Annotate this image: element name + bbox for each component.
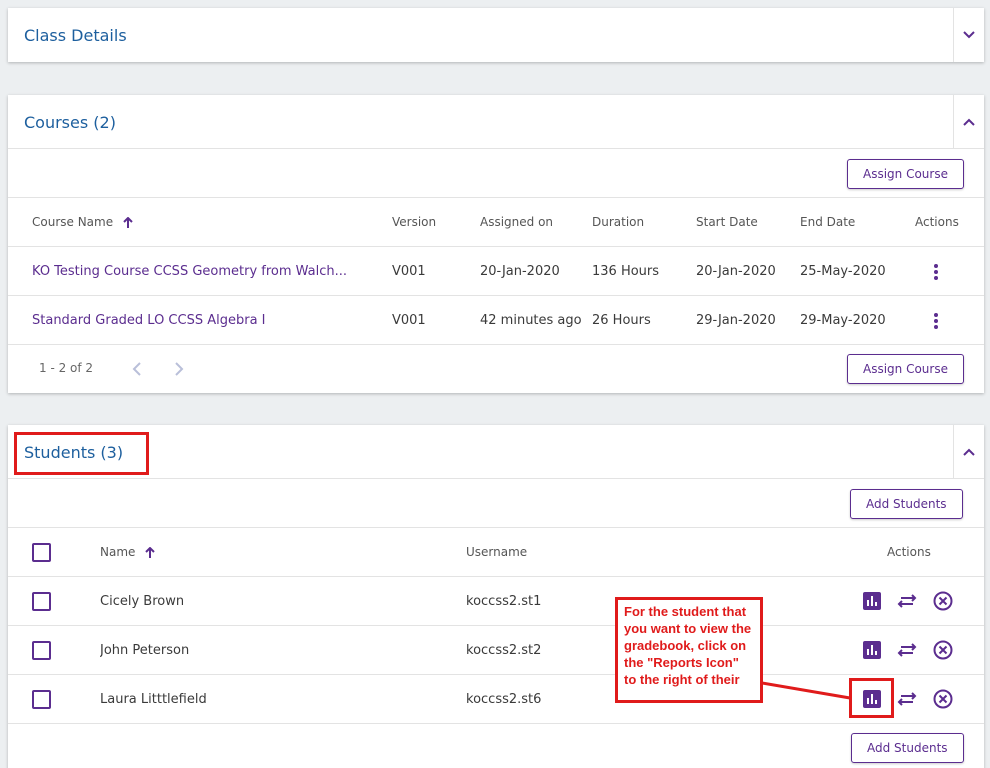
- close-circle-icon: [933, 591, 953, 611]
- col-name[interactable]: Name: [100, 528, 155, 577]
- col-course-name-label: Course Name: [32, 215, 114, 229]
- reports-button[interactable]: [861, 639, 883, 661]
- courses-title: Courses (2): [24, 113, 116, 132]
- arrow-up-icon: [123, 216, 133, 228]
- col-duration: Duration: [592, 215, 645, 229]
- students-table-header: Name Username Actions: [8, 528, 984, 577]
- course-assigned-on: 42 minutes ago: [480, 313, 582, 328]
- students-header[interactable]: Students (3): [8, 425, 984, 479]
- more-vertical-icon: [934, 312, 938, 329]
- pagination-prev[interactable]: [132, 361, 146, 377]
- add-students-button[interactable]: Add Students: [850, 489, 963, 519]
- table-row: KO Testing Course CCSS Geometry from Wal…: [8, 247, 984, 296]
- students-toggle[interactable]: [953, 425, 984, 478]
- col-assigned-on: Assigned on: [480, 215, 554, 229]
- course-version: V001: [392, 264, 426, 279]
- col-student-actions: Actions: [887, 545, 931, 559]
- col-course-name[interactable]: Course Name: [32, 198, 133, 247]
- students-title-highlight: [14, 432, 149, 475]
- remove-student-button[interactable]: [932, 688, 954, 710]
- row-checkbox[interactable]: [32, 690, 51, 709]
- col-username: Username: [466, 545, 528, 559]
- student-username: koccss2.st6: [466, 692, 542, 707]
- chevron-right-icon: [175, 362, 184, 376]
- annotation-callout: For the student that you want to view th…: [615, 597, 763, 703]
- reports-icon-highlight: [849, 678, 894, 718]
- table-row: John Peterson koccss2.st2: [8, 626, 984, 675]
- course-name-link[interactable]: KO Testing Course CCSS Geometry from Wal…: [32, 247, 362, 296]
- bar-chart-icon: [863, 592, 881, 610]
- course-name-link[interactable]: Standard Graded LO CCSS Algebra I: [32, 296, 362, 345]
- table-row: Cicely Brown koccss2.st1: [8, 577, 984, 626]
- row-checkbox[interactable]: [32, 641, 51, 660]
- bar-chart-icon: [863, 641, 881, 659]
- course-end-date: 29-May-2020: [800, 313, 886, 328]
- class-details-title: Class Details: [24, 26, 127, 45]
- class-details-header[interactable]: Class Details: [8, 8, 984, 62]
- courses-panel: Courses (2) Assign Course Course Name Ve…: [8, 95, 984, 393]
- courses-table-header: Course Name Version Assigned on Duration…: [8, 198, 984, 247]
- students-footer: Add Students: [8, 724, 984, 768]
- select-all-checkbox[interactable]: [32, 543, 51, 562]
- col-name-label: Name: [100, 545, 136, 559]
- course-version: V001: [392, 313, 426, 328]
- course-start-date: 29-Jan-2020: [696, 313, 776, 328]
- course-end-date: 25-May-2020: [800, 264, 886, 279]
- transfer-button[interactable]: [896, 688, 918, 710]
- chevron-left-icon: [132, 362, 141, 376]
- chevron-up-icon: [963, 118, 975, 126]
- class-details-panel: Class Details: [8, 8, 984, 62]
- reports-button[interactable]: [861, 590, 883, 612]
- student-name: Laura Litttlefield: [100, 692, 207, 707]
- courses-footer: 1 - 2 of 2 Assign Course: [8, 345, 984, 393]
- swap-icon: [897, 594, 917, 608]
- add-students-button[interactable]: Add Students: [851, 733, 964, 763]
- assign-course-button[interactable]: Assign Course: [847, 354, 964, 384]
- student-username: koccss2.st2: [466, 643, 542, 658]
- student-name: John Peterson: [100, 643, 190, 658]
- student-name: Cicely Brown: [100, 594, 185, 609]
- more-vertical-icon: [934, 263, 938, 280]
- courses-toolbar: Assign Course: [8, 150, 984, 198]
- assign-course-button[interactable]: Assign Course: [847, 159, 964, 189]
- arrow-up-icon: [145, 546, 155, 558]
- remove-student-button[interactable]: [932, 590, 954, 612]
- transfer-button[interactable]: [896, 590, 918, 612]
- pagination-next[interactable]: [174, 361, 188, 377]
- row-checkbox[interactable]: [32, 592, 51, 611]
- close-circle-icon: [933, 689, 953, 709]
- course-duration: 136 Hours: [592, 264, 660, 279]
- transfer-button[interactable]: [896, 639, 918, 661]
- course-start-date: 20-Jan-2020: [696, 264, 776, 279]
- courses-header[interactable]: Courses (2): [8, 95, 984, 149]
- course-assigned-on: 20-Jan-2020: [480, 264, 560, 279]
- class-details-toggle[interactable]: [953, 8, 984, 62]
- col-actions: Actions: [915, 215, 959, 229]
- annotation-arrow-line: [762, 681, 851, 700]
- students-panel: Students (3) Add Students Name Username …: [8, 425, 984, 768]
- close-circle-icon: [933, 640, 953, 660]
- chevron-down-icon: [963, 31, 975, 39]
- student-username: koccss2.st1: [466, 594, 542, 609]
- course-duration: 26 Hours: [592, 313, 651, 328]
- pagination-range: 1 - 2 of 2: [39, 361, 94, 375]
- table-row: Standard Graded LO CCSS Algebra I V001 4…: [8, 296, 984, 345]
- col-end-date: End Date: [800, 215, 856, 229]
- col-version: Version: [392, 215, 437, 229]
- swap-icon: [897, 643, 917, 657]
- chevron-up-icon: [963, 448, 975, 456]
- students-toolbar: Add Students: [8, 480, 984, 528]
- swap-icon: [897, 692, 917, 706]
- courses-toggle[interactable]: [953, 95, 984, 148]
- course-actions-menu[interactable]: [926, 247, 946, 296]
- remove-student-button[interactable]: [932, 639, 954, 661]
- col-start-date: Start Date: [696, 215, 758, 229]
- course-actions-menu[interactable]: [926, 296, 946, 345]
